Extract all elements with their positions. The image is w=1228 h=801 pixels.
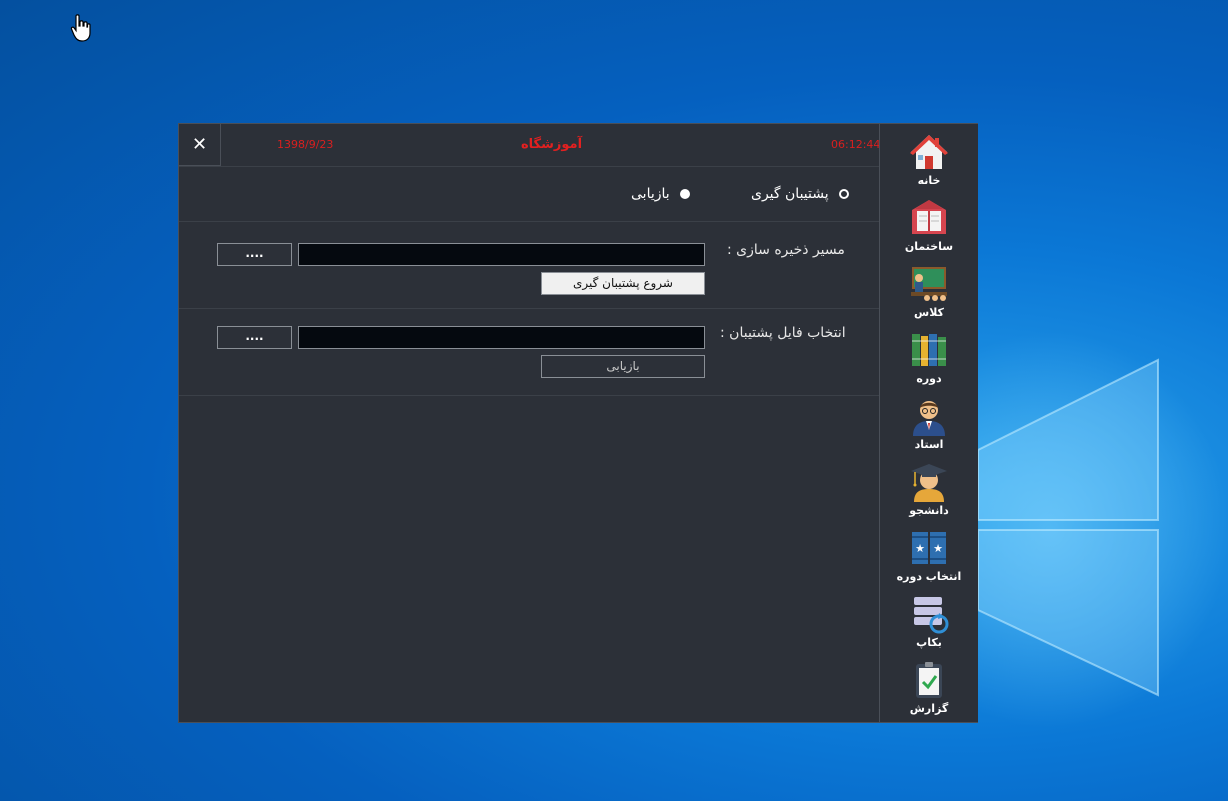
home-icon <box>910 135 948 169</box>
hand-cursor-icon <box>70 14 91 42</box>
sidebar-item-student[interactable]: دانشجو <box>880 456 978 522</box>
close-icon: ✕ <box>191 134 208 155</box>
start-backup-button[interactable]: شروع پشتیبان گیری <box>541 272 705 295</box>
restore-radio-label: بازیابی <box>631 186 670 202</box>
backup-file-browse-button[interactable]: .... <box>217 326 292 349</box>
app-window: ✕ 1398/9/23 آموزشگاه 06:12:44 پشتیبان گی… <box>178 123 978 723</box>
sidebar: خانه ساختمان کلاس دوره استاد دانشجو ★ ★ … <box>879 124 978 722</box>
sidebar-item-label: کلاس <box>914 306 944 319</box>
classroom-icon <box>911 267 947 301</box>
sidebar-item-label: خانه <box>917 174 941 187</box>
backup-radio-label: پشتیبان گیری <box>751 186 829 202</box>
sidebar-item-label: انتخاب دوره <box>896 570 962 583</box>
backup-icon <box>914 597 949 634</box>
report-icon <box>916 662 942 698</box>
clock-display: 06:12:44 <box>831 138 881 151</box>
date-display: 1398/9/23 <box>277 138 334 151</box>
sidebar-item-course-select[interactable]: ★ ★ انتخاب دوره <box>880 522 978 588</box>
mode-selector: پشتیبان گیری بازیابی <box>179 167 879 222</box>
save-path-input[interactable] <box>298 243 705 266</box>
sidebar-item-label: گزارش <box>909 702 949 715</box>
windows-logo <box>977 358 1159 697</box>
sidebar-item-label: بکاپ <box>916 636 942 649</box>
books-icon <box>912 334 946 366</box>
restore-button[interactable]: بازیابی <box>541 355 705 378</box>
app-title: آموزشگاه <box>521 137 583 152</box>
sidebar-item-label: استاد <box>914 438 944 451</box>
sidebar-item-report[interactable]: گزارش <box>880 654 978 720</box>
restore-section: انتخاب فایل پشتیبان : .... بازیابی <box>179 309 879 396</box>
sidebar-item-label: دوره <box>916 372 942 385</box>
sidebar-item-home[interactable]: خانه <box>880 126 978 192</box>
sidebar-item-label: ساختمان <box>904 240 954 253</box>
radio-unchecked-icon <box>679 189 690 199</box>
sidebar-item-label: دانشجو <box>909 504 949 517</box>
svg-text:★: ★ <box>933 542 943 555</box>
close-button[interactable]: ✕ <box>179 124 221 166</box>
backup-file-label: انتخاب فایل پشتیبان : <box>720 325 846 341</box>
backup-section: مسیر ذخیره سازی : .... شروع پشتیبان گیری <box>179 222 879 309</box>
sidebar-item-class[interactable]: کلاس <box>880 258 978 324</box>
title-bar: ✕ 1398/9/23 آموزشگاه 06:12:44 <box>179 124 881 167</box>
save-path-browse-button[interactable]: .... <box>217 243 292 266</box>
student-icon <box>911 464 947 502</box>
backup-radio[interactable]: پشتیبان گیری <box>751 186 849 202</box>
backup-file-input[interactable] <box>298 326 705 349</box>
radio-checked-icon <box>838 189 849 199</box>
sidebar-item-course[interactable]: دوره <box>880 324 978 390</box>
restore-radio[interactable]: بازیابی <box>631 186 690 202</box>
save-path-label: مسیر ذخیره سازی : <box>727 242 845 258</box>
sidebar-item-backup[interactable]: بکاپ <box>880 588 978 654</box>
building-icon <box>912 200 946 234</box>
sidebar-item-building[interactable]: ساختمان <box>880 192 978 258</box>
svg-text:★: ★ <box>915 542 925 555</box>
sidebar-item-teacher[interactable]: استاد <box>880 390 978 456</box>
course-select-icon: ★ ★ <box>912 532 946 564</box>
teacher-icon <box>913 401 945 436</box>
